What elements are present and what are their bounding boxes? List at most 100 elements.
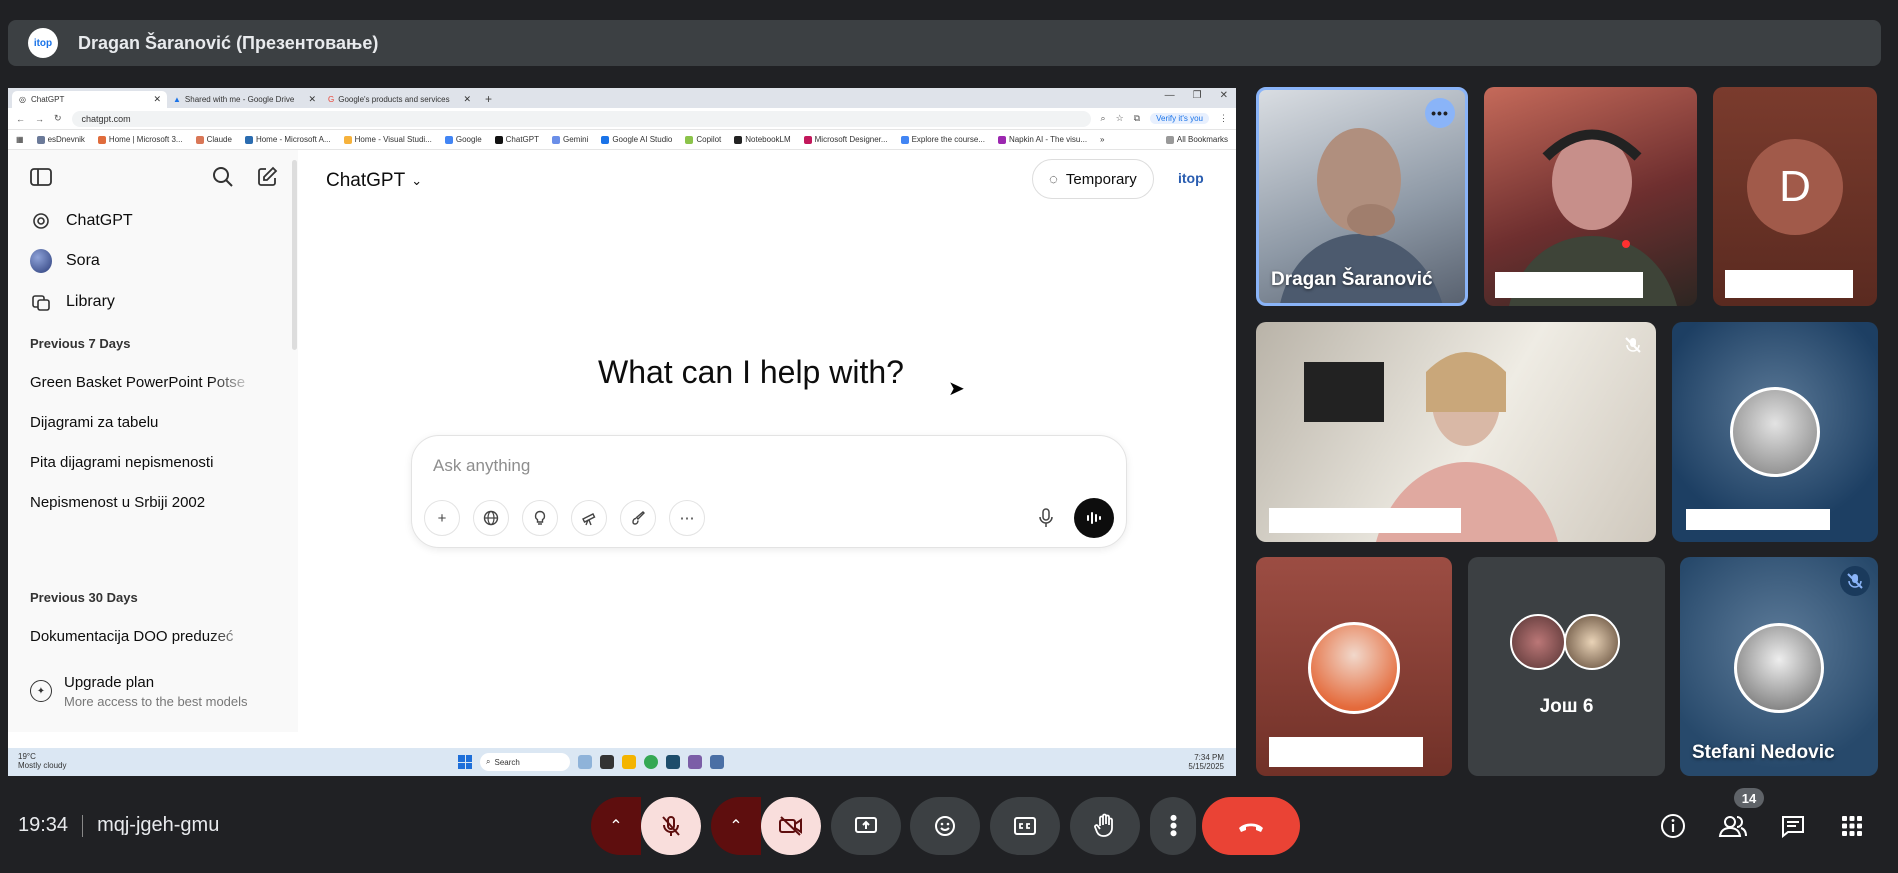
star-icon[interactable]: ☆	[1116, 113, 1124, 124]
bookmark-item[interactable]: Google	[444, 135, 482, 144]
participant-tile[interactable]	[1484, 87, 1697, 306]
bookmark-item[interactable]: Google AI Studio	[601, 135, 672, 144]
captions-button[interactable]	[990, 797, 1060, 855]
participant-tile[interactable]: D	[1713, 87, 1877, 306]
chat-history-item[interactable]: Nepismenost u Srbiji 2002	[30, 494, 255, 511]
app-icon[interactable]	[666, 755, 680, 769]
camera-toggle-button[interactable]	[761, 797, 821, 855]
app-icon[interactable]	[710, 755, 724, 769]
plus-icon[interactable]: +	[424, 500, 460, 536]
chat-history-item[interactable]: Dokumentacija DOO preduzeć	[30, 628, 255, 645]
more-options-icon[interactable]: •••	[1425, 98, 1455, 128]
participant-tile-stefani[interactable]: Stefani Nedovic	[1680, 557, 1878, 776]
widgets-icon[interactable]	[578, 755, 592, 769]
globe-icon[interactable]	[473, 500, 509, 536]
bookmark-item[interactable]: Gemini	[551, 135, 588, 144]
all-bookmarks[interactable]: All Bookmarks	[1165, 135, 1228, 144]
bookmark-item[interactable]: Copilot	[685, 135, 721, 144]
minimize-icon[interactable]: —	[1165, 90, 1175, 101]
browser-tab-google[interactable]: G Google's products and services ✕	[322, 91, 477, 108]
bookmark-item[interactable]: Home - Microsoft A...	[244, 135, 331, 144]
others-tile[interactable]: Још 6	[1468, 557, 1665, 776]
browser-tab-drive[interactable]: ▲ Shared with me - Google Drive ✕	[167, 91, 322, 108]
bookmark-item[interactable]: Home - Visual Studi...	[343, 135, 432, 144]
participant-tile-dragan[interactable]: ••• Dragan Šaranović	[1256, 87, 1468, 306]
bookmark-item[interactable]: Napkin AI - The visu...	[997, 135, 1087, 144]
browser-tab-chatgpt[interactable]: ◎ ChatGPT ✕	[12, 91, 167, 108]
sidebar-toggle-icon[interactable]	[30, 166, 52, 188]
people-button[interactable]	[1717, 810, 1749, 842]
bookmark-item[interactable]: Claude	[195, 135, 232, 144]
chat-history-item[interactable]: Pita dijagrami nepismenosti	[30, 454, 255, 471]
message-composer[interactable]: Ask anything + ⋯	[411, 435, 1127, 548]
temporary-chat-button[interactable]: ◌ Temporary	[1032, 159, 1154, 199]
bookmark-item[interactable]: Microsoft Designer...	[803, 135, 888, 144]
menu-icon[interactable]: ⋮	[1219, 113, 1228, 124]
new-chat-icon[interactable]	[256, 166, 278, 188]
telescope-icon[interactable]	[571, 500, 607, 536]
mic-toggle-button[interactable]	[641, 797, 701, 855]
url-field[interactable]: chatgpt.com	[71, 110, 1091, 127]
reactions-button[interactable]	[910, 797, 980, 855]
activities-button[interactable]	[1836, 810, 1868, 842]
windows-start-icon[interactable]	[458, 755, 472, 769]
sidebar-item-sora[interactable]: Sora	[30, 249, 100, 273]
chat-button[interactable]	[1777, 810, 1809, 842]
meeting-details-button[interactable]	[1657, 810, 1689, 842]
bookmark-item[interactable]: ChatGPT	[494, 135, 539, 144]
apps-icon[interactable]: ▦	[16, 135, 24, 144]
brush-icon[interactable]	[620, 500, 656, 536]
sidebar-item-library[interactable]: Library	[30, 291, 115, 313]
back-icon[interactable]: ←	[16, 114, 25, 124]
extensions-icon[interactable]: ⧉	[1134, 113, 1140, 124]
sidebar-scrollbar[interactable]	[292, 160, 297, 350]
presenter-title: Dragan Šaranović (Презентовање)	[78, 32, 379, 53]
participant-tile[interactable]	[1256, 322, 1656, 542]
more-icon[interactable]: ⋯	[669, 500, 705, 536]
chevron-right-icon[interactable]: »	[1100, 135, 1104, 144]
itop-logo: itop	[1178, 170, 1204, 186]
zoom-icon[interactable]: ⌕	[1101, 113, 1106, 124]
close-window-icon[interactable]: ✕	[1220, 90, 1228, 101]
file-explorer-icon[interactable]	[622, 755, 636, 769]
present-screen-button[interactable]	[831, 797, 901, 855]
verify-button[interactable]: Verify it's you	[1150, 113, 1209, 124]
more-options-button[interactable]: •••	[1150, 797, 1196, 855]
mic-options-button[interactable]: ⌃	[591, 797, 641, 855]
weather-widget[interactable]: 19°C Mostly cloudy	[18, 752, 66, 770]
chat-history-item[interactable]: Dijagrami za tabelu	[30, 414, 255, 431]
chat-history-item[interactable]: Green Basket PowerPoint Potse	[30, 374, 255, 391]
bookmark-item[interactable]: NotebookLM	[734, 135, 791, 144]
bookmark-item[interactable]: Explore the course...	[900, 135, 985, 144]
lightbulb-icon[interactable]	[522, 500, 558, 536]
restore-icon[interactable]: ❐	[1193, 90, 1202, 101]
raise-hand-button[interactable]	[1070, 797, 1140, 855]
voice-mode-button[interactable]	[1074, 498, 1114, 538]
search-icon[interactable]	[212, 166, 234, 188]
bookmark-item[interactable]: Home | Microsoft 3...	[97, 135, 183, 144]
muted-icon	[1840, 566, 1870, 596]
reload-icon[interactable]: ↻	[54, 113, 62, 124]
teams-icon[interactable]	[688, 755, 702, 769]
upgrade-plan-button[interactable]: ✦ Upgrade plan More access to the best m…	[30, 674, 248, 709]
task-view-icon[interactable]	[600, 755, 614, 769]
bookmark-item[interactable]: esDnevnik	[36, 135, 85, 144]
close-icon[interactable]: ✕	[153, 94, 161, 105]
taskbar-search[interactable]: ⌕ Search	[480, 753, 570, 771]
close-icon[interactable]: ✕	[463, 94, 471, 105]
chrome-icon[interactable]	[644, 755, 658, 769]
chat-icon	[1782, 816, 1804, 838]
camera-options-button[interactable]: ⌃	[711, 797, 761, 855]
microphone-icon[interactable]	[1028, 500, 1064, 536]
leave-call-button[interactable]	[1202, 797, 1300, 855]
model-selector[interactable]: ChatGPT ⌄	[326, 170, 422, 192]
close-icon[interactable]: ✕	[308, 94, 316, 105]
new-tab-button[interactable]: +	[477, 91, 500, 108]
forward-icon[interactable]: →	[35, 114, 44, 124]
message-input[interactable]: Ask anything	[433, 456, 530, 476]
sidebar-item-chatgpt[interactable]: ChatGPT	[30, 210, 133, 232]
muted-icon	[1618, 330, 1648, 360]
taskbar-clock[interactable]: 7:34 PM 5/15/2025	[1188, 753, 1224, 771]
participant-tile[interactable]	[1256, 557, 1452, 776]
participant-tile[interactable]	[1672, 322, 1878, 542]
